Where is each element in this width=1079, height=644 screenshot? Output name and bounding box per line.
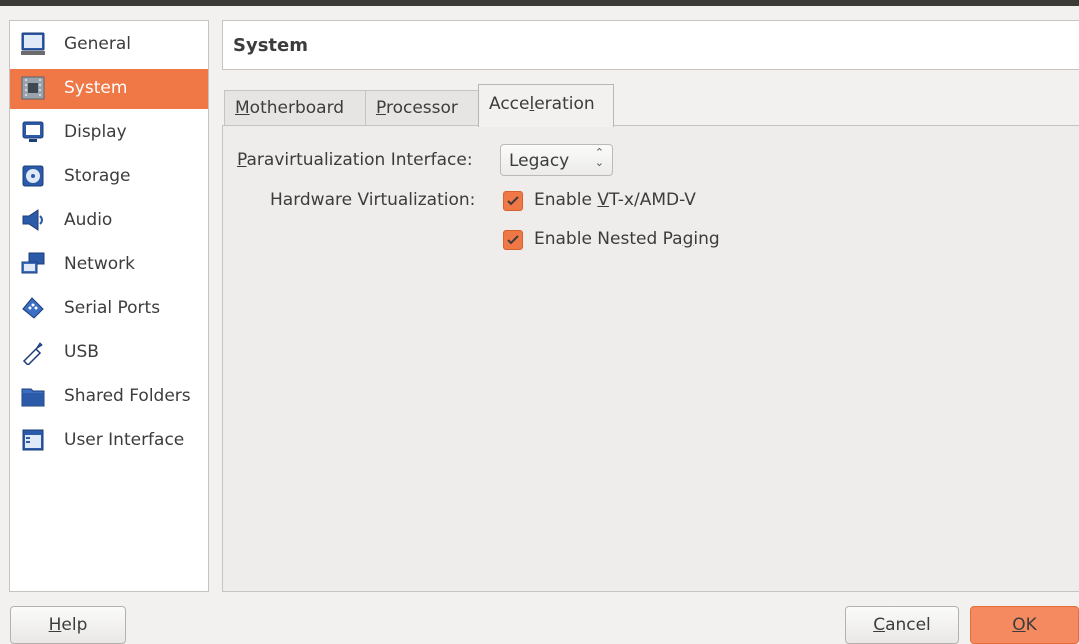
page-title-box: System	[222, 20, 1079, 70]
spinner-arrows-icon: ⌃ ⌄	[594, 146, 604, 169]
sidebar-item-label: General	[64, 34, 131, 54]
label-text: T-x/AMD-V	[608, 190, 696, 210]
sidebar-item-label: Shared Folders	[64, 386, 191, 406]
monitor-icon	[21, 32, 45, 55]
settings-sidebar: General System Display Storage Audio Net…	[9, 20, 209, 592]
folder-icon	[21, 388, 45, 407]
nested-paging-checkbox[interactable]	[503, 230, 523, 250]
sidebar-item-label: Serial Ports	[64, 298, 161, 318]
button-mnemonic: H	[48, 615, 62, 635]
vtx-checkbox[interactable]	[503, 191, 523, 211]
sidebar-item-system[interactable]: System	[10, 69, 208, 109]
sidebar-item-audio[interactable]: Audio	[10, 201, 208, 241]
label-mnemonic: P	[237, 150, 247, 170]
label-text: Enable	[534, 190, 598, 210]
page-title: System	[233, 35, 308, 56]
label-mnemonic: V	[597, 190, 609, 210]
window-top-border	[0, 0, 1079, 6]
sidebar-item-storage[interactable]: Storage	[10, 157, 208, 197]
sidebar-item-usb[interactable]: USB	[10, 333, 208, 373]
sidebar-item-general[interactable]: General	[10, 25, 208, 65]
label-mnemonic: g	[682, 229, 694, 249]
vtx-checkbox-label[interactable]: Enable VT-x/AMD-V	[534, 190, 696, 210]
tab-mnemonic: M	[235, 98, 250, 118]
button-label: K	[1025, 615, 1037, 635]
sidebar-item-label: Storage	[64, 166, 131, 186]
nested-paging-checkbox-label[interactable]: Enable Nested Paging	[534, 229, 720, 249]
paravirtualization-select[interactable]: Legacy ⌃ ⌄	[500, 144, 613, 176]
usb-icon	[22, 342, 43, 365]
button-mnemonic: O	[1012, 615, 1026, 635]
label-text: Enable Nested Pa	[534, 229, 683, 249]
button-label: elp	[61, 615, 88, 635]
tab-motherboard[interactable]: Motherboard	[224, 90, 366, 125]
paravirtualization-label: Paravirtualization Interface:	[237, 150, 473, 170]
network-icon	[21, 252, 45, 274]
sidebar-item-label: Audio	[64, 210, 113, 230]
tab-label: eration	[534, 94, 595, 114]
sidebar-item-label: System	[64, 78, 128, 98]
sidebar-item-serial-ports[interactable]: Serial Ports	[10, 289, 208, 329]
chip-icon	[21, 76, 45, 100]
sidebar-item-network[interactable]: Network	[10, 245, 208, 285]
help-button[interactable]: Help	[10, 606, 126, 644]
tab-label: Acce	[489, 94, 530, 114]
tab-processor[interactable]: Processor	[365, 90, 479, 125]
tab-label: otherboard	[249, 98, 345, 118]
sidebar-item-label: Network	[64, 254, 135, 274]
sidebar-item-label: USB	[64, 342, 99, 362]
sidebar-item-label: Display	[64, 122, 127, 142]
serial-port-icon	[22, 297, 44, 319]
label-text: aravirtualization Interface:	[246, 150, 473, 170]
tab-mnemonic: P	[376, 98, 386, 118]
checkmark-icon	[507, 196, 519, 206]
checkmark-icon	[507, 235, 519, 245]
cancel-button[interactable]: Cancel	[845, 606, 959, 644]
button-label: ancel	[885, 615, 931, 635]
disk-icon	[22, 165, 44, 187]
display-icon	[22, 121, 44, 142]
label-text: ing	[693, 229, 720, 249]
speaker-icon	[22, 209, 43, 231]
sidebar-item-display[interactable]: Display	[10, 113, 208, 153]
sidebar-item-user-interface[interactable]: User Interface	[10, 421, 208, 461]
select-value: Legacy	[509, 151, 570, 171]
tab-acceleration[interactable]: Acceleration	[478, 84, 614, 127]
window-icon	[22, 429, 44, 451]
hardware-virtualization-label: Hardware Virtualization:	[270, 190, 476, 210]
sidebar-item-shared-folders[interactable]: Shared Folders	[10, 377, 208, 417]
button-mnemonic: C	[873, 615, 886, 635]
sidebar-item-label: User Interface	[64, 430, 185, 450]
ok-button[interactable]: OK	[970, 606, 1079, 644]
tab-label: rocessor	[385, 98, 458, 118]
